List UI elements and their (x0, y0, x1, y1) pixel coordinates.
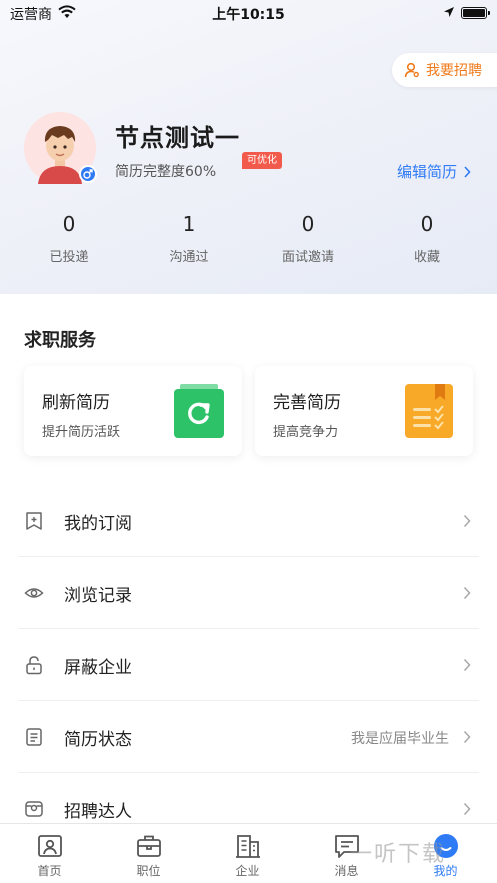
home-icon (37, 835, 62, 857)
chevron-right-icon (463, 514, 471, 528)
battery-icon (461, 7, 490, 19)
recruiter-icon (404, 62, 419, 78)
refresh-resume-card[interactable]: 刷新简历 提升简历活跃 (24, 366, 242, 456)
refresh-icon (174, 384, 224, 438)
menu-label: 屏蔽企业 (64, 658, 132, 678)
stat-label: 收藏 (413, 250, 440, 265)
menu-label: 简历状态 (64, 730, 132, 750)
menu-list: 我的订阅 浏览记录 屏蔽企业 简历状态 我是应届毕业生 招聘达人 (0, 485, 497, 845)
edit-resume-label: 编辑简历 (397, 163, 458, 181)
stat-favorites[interactable]: 0 收藏 (367, 212, 487, 265)
card-title: 完善简历 (273, 393, 341, 413)
optimize-badge: 可优化 (242, 152, 282, 169)
briefcase-icon (136, 835, 161, 857)
menu-item-history[interactable]: 浏览记录 (0, 557, 497, 629)
male-gender-icon (79, 165, 97, 183)
stat-value: 1 (182, 212, 196, 236)
chevron-right-icon (463, 802, 471, 816)
document-icon (26, 728, 42, 746)
main-content: 求职服务 刷新简历 提升简历活跃 完善简历 提高竞争力 我的订阅 浏览记录 屏蔽… (0, 294, 497, 823)
menu-item-resume-status[interactable]: 简历状态 我是应届毕业生 (0, 701, 497, 773)
recruit-button[interactable]: 我要招聘 (392, 53, 497, 87)
menu-label: 招聘达人 (64, 802, 132, 822)
tab-jobs[interactable]: 职位 (99, 824, 198, 883)
edit-resume-link[interactable]: 编辑简历 (397, 161, 471, 182)
resume-completeness: 简历完整度60% (115, 164, 217, 180)
chevron-right-icon (464, 165, 471, 178)
menu-label: 浏览记录 (64, 586, 132, 606)
tab-label: 职位 (136, 864, 161, 878)
stat-value: 0 (62, 212, 76, 236)
menu-label: 我的订阅 (64, 514, 132, 534)
recruit-label: 我要招聘 (426, 63, 482, 79)
resume-status-value: 我是应届毕业生 (351, 731, 449, 747)
tab-companies[interactable]: 企业 (198, 824, 297, 883)
status-time: 上午10:15 (212, 7, 285, 23)
stat-contacted[interactable]: 1 沟通过 (129, 212, 249, 265)
user-name: 节点测试一 (115, 124, 240, 152)
building-icon (235, 835, 260, 858)
lock-icon (26, 656, 42, 675)
chevron-right-icon (463, 658, 471, 672)
stat-value: 0 (420, 212, 434, 236)
watermark-logo: 一听下载 (350, 842, 447, 867)
menu-item-subscriptions[interactable]: 我的订阅 (0, 485, 497, 557)
stat-label: 面试邀请 (281, 250, 334, 265)
tab-home[interactable]: 首页 (0, 824, 99, 883)
stat-delivered[interactable]: 0 已投递 (9, 212, 129, 265)
location-arrow-icon (444, 7, 454, 17)
stat-label: 已投递 (49, 250, 89, 265)
card-title: 刷新简历 (42, 393, 110, 413)
checklist-icon (405, 384, 453, 438)
menu-item-block-companies[interactable]: 屏蔽企业 (0, 629, 497, 701)
card-subtitle: 提升简历活跃 (42, 425, 121, 440)
chevron-right-icon (463, 730, 471, 744)
complete-resume-card[interactable]: 完善简历 提高竞争力 (255, 366, 473, 456)
tab-label: 企业 (235, 864, 260, 878)
eye-icon (24, 588, 44, 598)
tab-label: 首页 (37, 864, 62, 878)
chevron-right-icon (463, 586, 471, 600)
stat-label: 沟通过 (169, 250, 209, 265)
bookmark-icon (26, 512, 42, 530)
badge-icon (25, 801, 43, 817)
stats-row: 0 已投递 1 沟通过 0 面试邀请 0 收藏 (0, 212, 497, 272)
status-bar: 运营商 上午10:15 (0, 0, 497, 26)
stat-interviews[interactable]: 0 面试邀请 (248, 212, 368, 265)
section-title: 求职服务 (24, 330, 96, 351)
card-subtitle: 提高竞争力 (273, 425, 339, 440)
stat-value: 0 (301, 212, 315, 236)
